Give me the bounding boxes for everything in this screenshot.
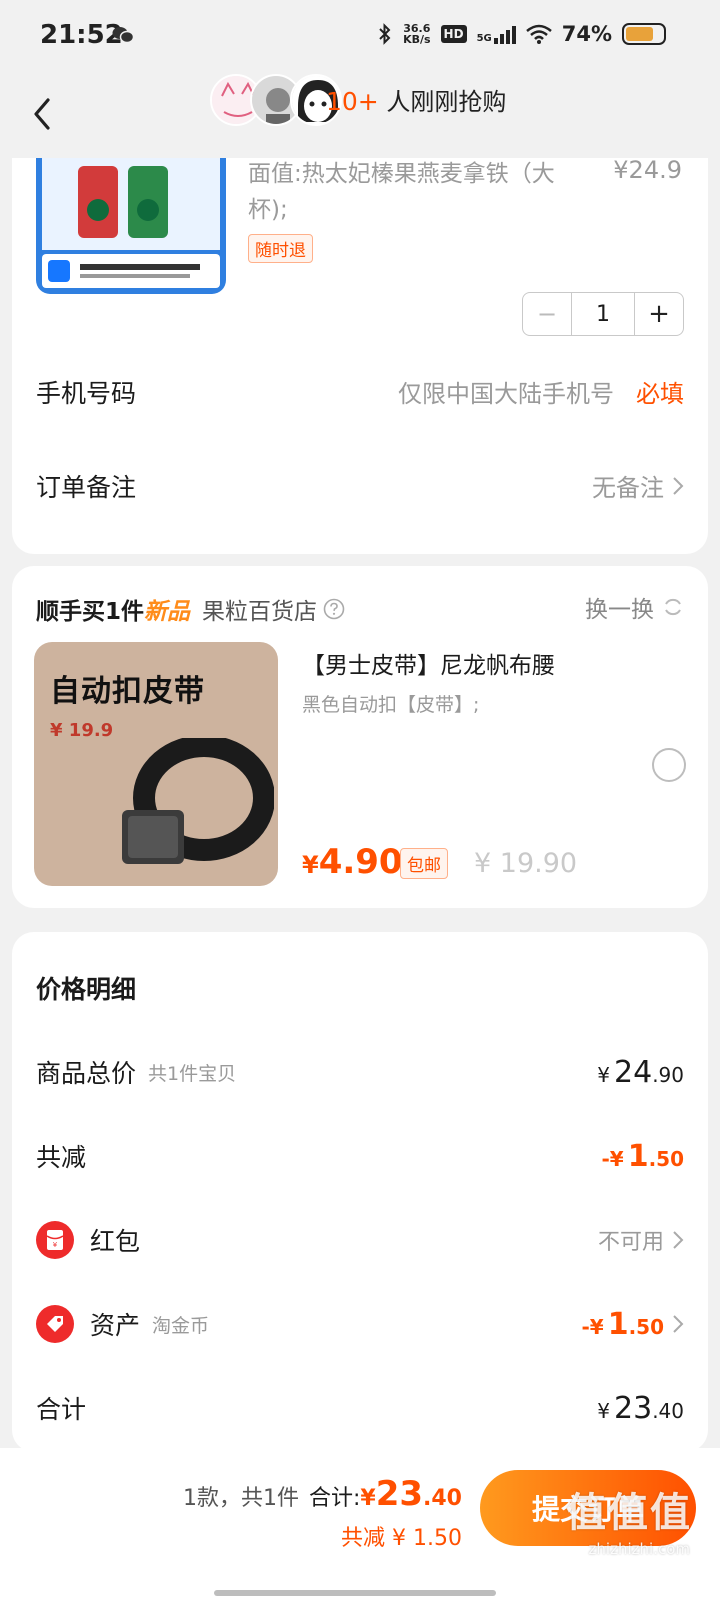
- hd-badge: HD: [440, 25, 467, 43]
- chevron-right-icon: [673, 1315, 684, 1333]
- upsell-product-title[interactable]: 【男士皮带】尼龙帆布腰: [302, 646, 555, 680]
- discount-value: -¥ 1.50: [601, 1138, 684, 1174]
- status-time: 21:52: [40, 20, 123, 50]
- watermark: 值值值: [566, 1490, 692, 1536]
- assets-row[interactable]: 资产 淘金币 -¥ 1.50: [36, 1304, 684, 1344]
- back-arrow-icon[interactable]: [28, 94, 58, 134]
- cellular-signal: 5G: [477, 24, 516, 44]
- new-tag: 新品: [144, 599, 191, 625]
- sum-row: 合计 ¥23.40: [36, 1390, 684, 1426]
- item-count: 1款，共1件: [182, 1486, 299, 1511]
- product-image: [36, 158, 226, 294]
- battery-percent: 74%: [561, 22, 612, 46]
- original-price: ¥ 19.90: [474, 848, 578, 879]
- signal-bars-icon: [493, 24, 516, 44]
- product-price: ¥24.9: [613, 156, 682, 184]
- order-note-field[interactable]: 无备注: [592, 468, 684, 503]
- upsell-prefix: 顺手买1件: [36, 599, 145, 625]
- redpacket-value: 不可用: [598, 1224, 684, 1256]
- nav-bar: 10+ 人刚刚抢购: [0, 72, 720, 160]
- question-icon[interactable]: [323, 598, 345, 620]
- svg-text:¥: ¥: [53, 1241, 58, 1249]
- shop-name: 果粒百货店: [202, 599, 318, 625]
- decrease-button[interactable]: −: [523, 293, 571, 335]
- upsell-card: 顺手买1件 新品 果粒百货店 换一换 自动扣皮带 ¥ 19.9 【男士皮带】尼龙…: [12, 566, 708, 908]
- net-speed: 36.6 KB/s: [403, 22, 431, 46]
- phone-label: 手机号码: [36, 379, 137, 408]
- order-product-card: 面值:热太妃榛果燕麦拿铁（大杯); ¥24.9 随时退 − 1 + 手机号码 仅…: [12, 156, 708, 554]
- chevron-right-icon: [673, 1231, 684, 1249]
- swap-button[interactable]: 换一换: [585, 590, 684, 624]
- free-shipping-tag: 包邮: [400, 848, 448, 879]
- phone-placeholder: 仅限中国大陆手机号: [398, 380, 614, 408]
- order-note-label: 订单备注: [36, 473, 137, 502]
- goods-total-value: ¥24.90: [597, 1054, 684, 1090]
- quantity-stepper: − 1 +: [522, 292, 684, 336]
- upsell-header: 顺手买1件 新品 果粒百货店: [36, 592, 345, 626]
- total-discount: 共减 ¥ 1.50: [341, 1526, 462, 1551]
- price-detail-card: 价格明细 商品总价 共1件宝贝 ¥24.90 共减 -¥ 1.50 ¥ 红包 不可…: [12, 932, 708, 1452]
- buyer-avatars: [210, 74, 342, 126]
- redpacket-row[interactable]: ¥ 红包 不可用: [36, 1220, 684, 1260]
- wechat-icon: [112, 27, 134, 44]
- quantity-value[interactable]: 1: [571, 293, 635, 335]
- red-packet-icon: ¥: [36, 1221, 74, 1259]
- order-summary: 1款，共1件 合计: ¥23.40: [182, 1474, 462, 1514]
- coin-tag-icon: [36, 1305, 74, 1343]
- upsell-select-radio[interactable]: [652, 748, 686, 782]
- upsell-price: ¥4.90: [302, 842, 403, 882]
- status-indicators: 36.6 KB/s HD 5G 74%: [377, 22, 666, 46]
- battery-icon: [622, 23, 666, 45]
- belt-image[interactable]: 自动扣皮带 ¥ 19.9: [34, 642, 278, 886]
- sum-value: ¥23.40: [597, 1390, 684, 1426]
- return-anytime-tag: 随时退: [248, 234, 313, 263]
- recent-buyers-text: 10+ 人刚刚抢购: [326, 87, 507, 116]
- product-title: 面值:热太妃榛果燕麦拿铁（大杯);: [248, 161, 555, 223]
- order-note-value: 无备注: [592, 474, 664, 502]
- bluetooth-icon: [379, 23, 391, 45]
- total-amount: 23: [375, 1474, 424, 1514]
- status-bar: 21:52 36.6 KB/s HD 5G 74%: [0, 0, 720, 72]
- total-label: 合计:: [308, 1486, 361, 1511]
- phone-field[interactable]: 仅限中国大陆手机号 必填: [398, 374, 684, 409]
- wifi-icon: [525, 24, 552, 44]
- discount-row: 共减 -¥ 1.50: [36, 1138, 684, 1174]
- upsell-product-sku: 黑色自动扣【皮带】;: [302, 694, 480, 716]
- watermark-url: zhizhizhi.com: [588, 1540, 690, 1558]
- required-tag: 必填: [636, 380, 684, 408]
- price-detail-title: 价格明细: [36, 975, 137, 1004]
- refresh-icon: [665, 598, 681, 616]
- chevron-right-icon: [673, 476, 684, 495]
- assets-value: -¥ 1.50: [581, 1307, 684, 1342]
- increase-button[interactable]: +: [635, 293, 683, 335]
- goods-total-row: 商品总价 共1件宝贝 ¥24.90: [36, 1054, 684, 1090]
- home-indicator[interactable]: [214, 1590, 496, 1596]
